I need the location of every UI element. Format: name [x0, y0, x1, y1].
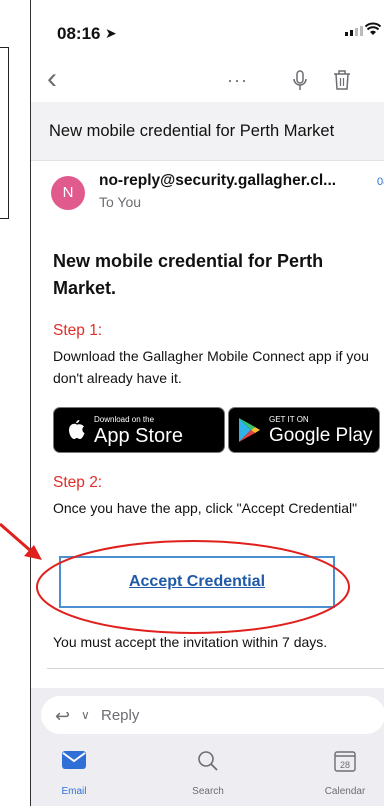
annotation-arrow-line [0, 522, 33, 554]
annotation-circle [36, 540, 350, 634]
annotation-overlay [0, 522, 350, 634]
